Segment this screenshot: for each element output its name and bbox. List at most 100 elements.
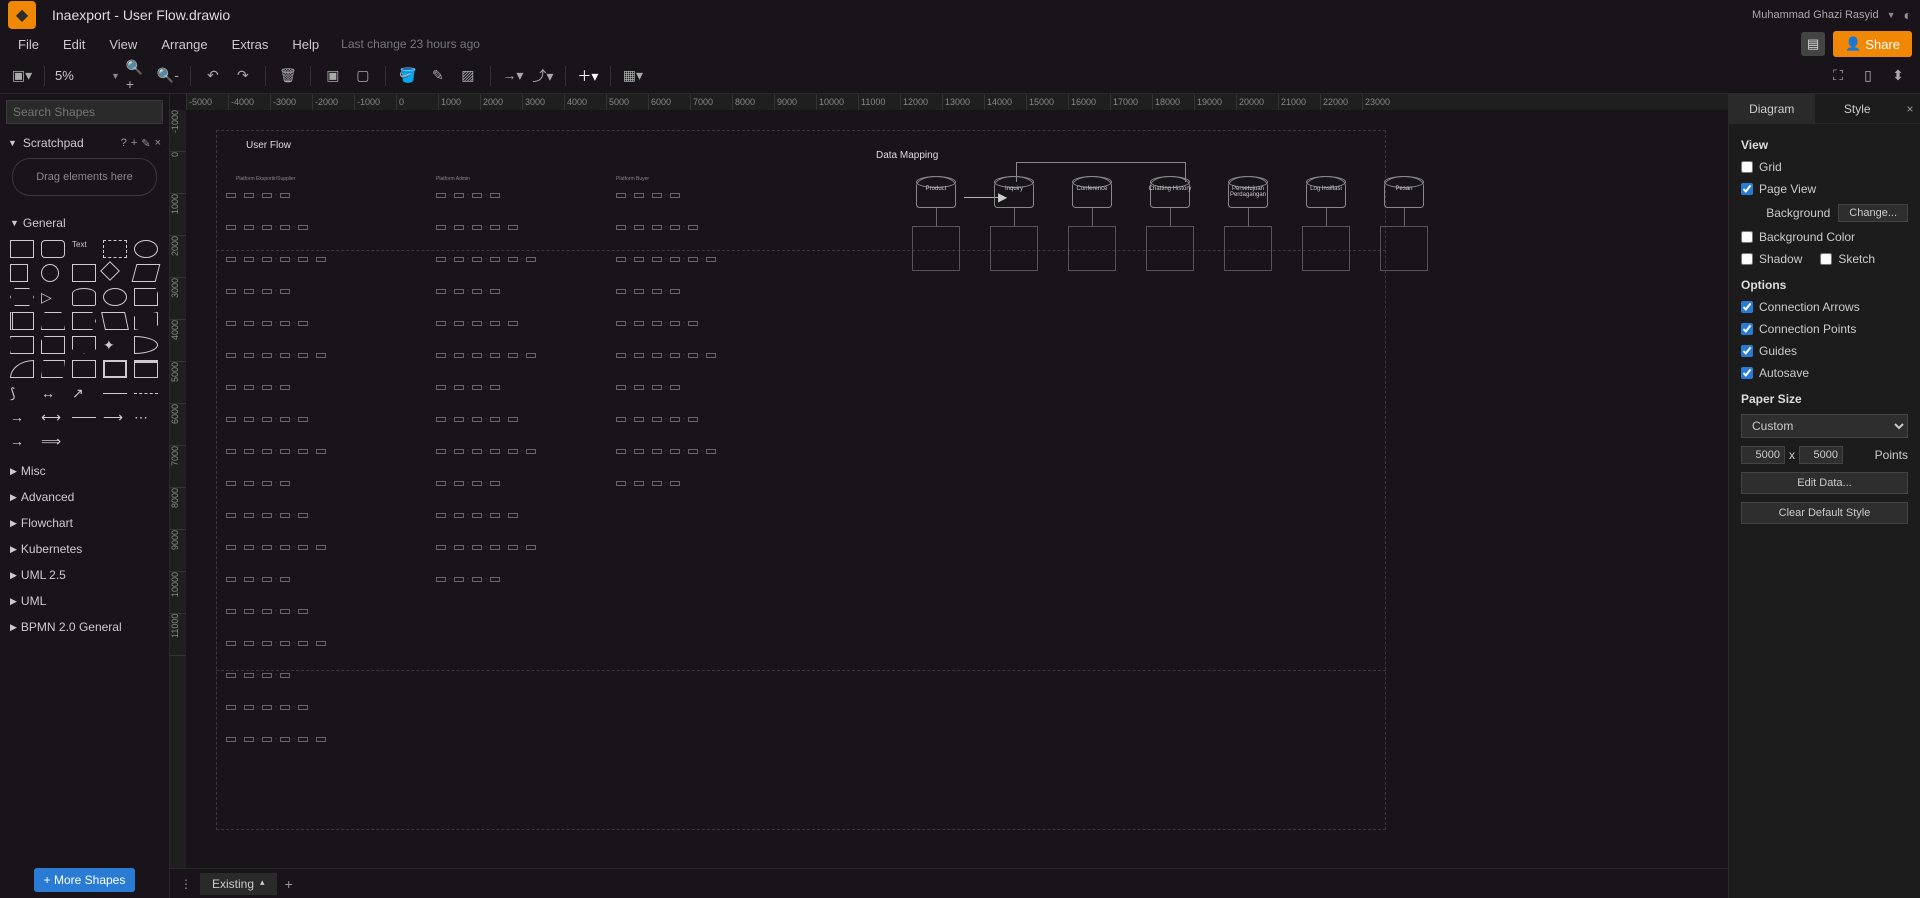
- menu-help[interactable]: Help: [282, 33, 329, 56]
- shape-bidir-arrow[interactable]: ↔: [41, 384, 65, 402]
- connpoints-checkbox[interactable]: Connection Points: [1741, 322, 1908, 336]
- add-page-button[interactable]: +: [285, 876, 293, 892]
- menu-extras[interactable]: Extras: [222, 33, 279, 56]
- pages-icon[interactable]: ⋮: [180, 877, 192, 891]
- shape-process[interactable]: [72, 264, 96, 282]
- help-icon[interactable]: ?: [121, 137, 127, 150]
- grid-checkbox[interactable]: Grid: [1741, 160, 1908, 174]
- waypoints-button[interactable]: ⤴▾: [531, 64, 555, 88]
- bgcolor-checkbox[interactable]: Background Color: [1741, 230, 1908, 244]
- section-advanced[interactable]: ▶Advanced: [0, 484, 169, 510]
- shape-trapezoid[interactable]: [101, 312, 129, 330]
- shape-callout[interactable]: [72, 336, 96, 354]
- shape-dotted-connector[interactable]: ⋯: [134, 408, 158, 426]
- shape-line-bidir[interactable]: ⟷: [41, 408, 65, 426]
- share-button[interactable]: 👤 Share: [1833, 31, 1912, 57]
- insert-button[interactable]: ＋▾: [576, 64, 600, 88]
- line-color-button[interactable]: ✎: [426, 64, 450, 88]
- shape-and[interactable]: [10, 360, 34, 378]
- page-tab-menu-icon[interactable]: ▴: [260, 877, 265, 891]
- section-bpmn[interactable]: ▶BPMN 2.0 General: [0, 614, 169, 640]
- paper-height-input[interactable]: [1799, 446, 1843, 464]
- shape-line-arrow[interactable]: →: [10, 408, 34, 426]
- papersize-select[interactable]: Custom: [1741, 414, 1908, 438]
- edit-data-button[interactable]: Edit Data...: [1741, 472, 1908, 494]
- edit-icon[interactable]: ✎: [141, 137, 150, 150]
- section-uml25[interactable]: ▶UML 2.5: [0, 562, 169, 588]
- shape-hexagon[interactable]: [10, 288, 34, 306]
- shape-internal[interactable]: [10, 312, 34, 330]
- zoom-level[interactable]: [55, 68, 105, 83]
- shape-circle[interactable]: [41, 264, 59, 282]
- shape-frame[interactable]: [103, 360, 127, 378]
- shape-dir-connector[interactable]: ⟶: [103, 408, 127, 426]
- pageview-checkbox[interactable]: Page View: [1741, 182, 1908, 196]
- shadow-checkbox[interactable]: Shadow: [1741, 252, 1802, 266]
- clear-style-button[interactable]: Clear Default Style: [1741, 502, 1908, 524]
- to-front-button[interactable]: ▣: [321, 64, 345, 88]
- shape-ellipse[interactable]: [134, 240, 158, 258]
- user-menu-chevron-icon[interactable]: ▼: [1887, 10, 1896, 20]
- menu-file[interactable]: File: [8, 33, 49, 56]
- dark-mode-icon[interactable]: ◐: [1904, 7, 1912, 23]
- guides-checkbox[interactable]: Guides: [1741, 344, 1908, 358]
- canvas[interactable]: User Flow Data Mapping Platform Eksporti…: [186, 110, 1728, 868]
- section-uml[interactable]: ▶UML: [0, 588, 169, 614]
- section-general[interactable]: ▼ General: [0, 210, 169, 236]
- shadow-button[interactable]: ▨: [456, 64, 480, 88]
- shape-connector[interactable]: →: [10, 432, 34, 450]
- menu-arrange[interactable]: Arrange: [151, 33, 217, 56]
- section-misc[interactable]: ▶Misc: [0, 458, 169, 484]
- shape-textbox[interactable]: [103, 240, 127, 258]
- app-logo[interactable]: ◆: [8, 1, 36, 29]
- connection-button[interactable]: →▾: [501, 64, 525, 88]
- shape-link[interactable]: [72, 417, 96, 418]
- delete-button[interactable]: 🗑: [276, 64, 300, 88]
- add-icon[interactable]: +: [131, 137, 137, 150]
- shape-diamond[interactable]: [100, 261, 120, 281]
- shape-card[interactable]: [41, 336, 65, 354]
- menu-view[interactable]: View: [99, 33, 147, 56]
- shape-cloud[interactable]: [103, 288, 127, 306]
- shape-data[interactable]: [41, 360, 65, 378]
- shape-cube[interactable]: [41, 312, 65, 330]
- section-kubernetes[interactable]: ▶Kubernetes: [0, 536, 169, 562]
- user-name[interactable]: Muhammad Ghazi Rasyid: [1752, 9, 1879, 21]
- shape-rectangle[interactable]: [10, 240, 34, 258]
- paper-width-input[interactable]: [1741, 446, 1785, 464]
- format-panel-button[interactable]: ▯: [1856, 64, 1880, 88]
- shape-document[interactable]: [134, 288, 158, 306]
- shape-line[interactable]: [103, 393, 127, 394]
- change-background-button[interactable]: Change...: [1838, 204, 1908, 222]
- autosave-checkbox[interactable]: Autosave: [1741, 366, 1908, 380]
- shape-actor[interactable]: ✦: [103, 336, 127, 354]
- tab-diagram[interactable]: Diagram: [1729, 94, 1815, 123]
- chevron-down-icon[interactable]: ▼: [8, 138, 17, 148]
- redo-button[interactable]: ↷: [231, 64, 255, 88]
- fullscreen-button[interactable]: ⛶: [1826, 64, 1850, 88]
- shape-dashed[interactable]: [134, 393, 158, 394]
- shape-tape[interactable]: [134, 312, 158, 330]
- zoom-out-button[interactable]: 🔍-: [156, 64, 180, 88]
- fill-color-button[interactable]: 🪣: [396, 64, 420, 88]
- zoom-in-button[interactable]: 🔍+: [126, 64, 150, 88]
- page-tab-existing[interactable]: Existing ▴: [200, 873, 277, 895]
- shape-rounded[interactable]: [41, 240, 65, 258]
- close-icon[interactable]: ×: [155, 137, 161, 150]
- shape-curve[interactable]: ⟆: [10, 384, 34, 402]
- view-mode-button[interactable]: ▣▾: [10, 64, 34, 88]
- shape-text[interactable]: Text: [72, 240, 96, 258]
- section-flowchart[interactable]: ▶Flowchart: [0, 510, 169, 536]
- shape-triangle[interactable]: ▷: [41, 288, 65, 306]
- menu-edit[interactable]: Edit: [53, 33, 95, 56]
- close-panel-button[interactable]: ×: [1900, 94, 1920, 123]
- scratchpad-dropzone[interactable]: Drag elements here: [12, 158, 157, 196]
- search-input[interactable]: [6, 100, 163, 124]
- connarrows-checkbox[interactable]: Connection Arrows: [1741, 300, 1908, 314]
- sketch-checkbox[interactable]: Sketch: [1820, 252, 1875, 266]
- comments-button[interactable]: ▤: [1801, 32, 1825, 56]
- undo-button[interactable]: ↶: [201, 64, 225, 88]
- shape-note[interactable]: [10, 336, 34, 354]
- collapse-button[interactable]: ⬍: [1886, 64, 1910, 88]
- shape-cylinder[interactable]: [72, 288, 96, 306]
